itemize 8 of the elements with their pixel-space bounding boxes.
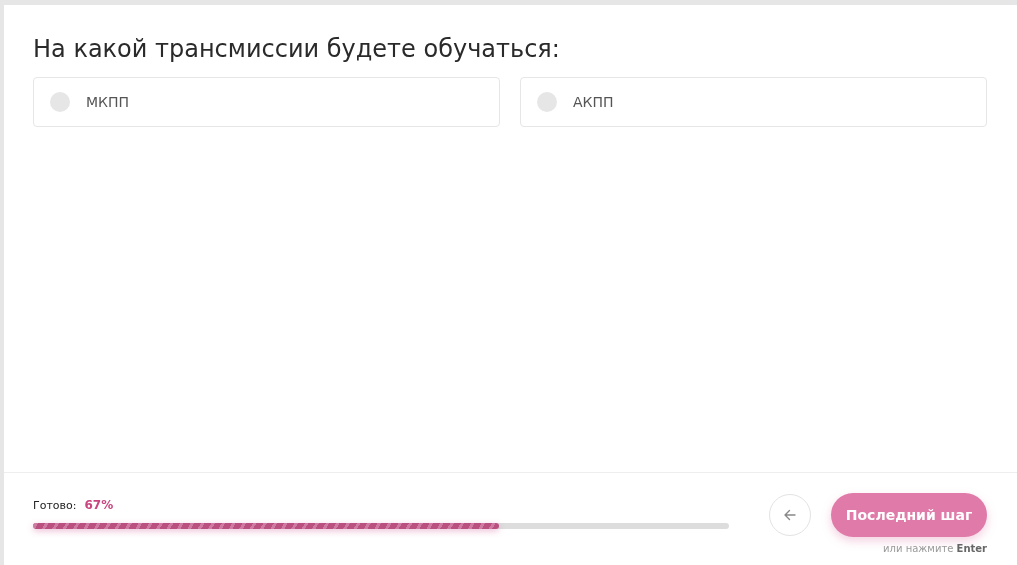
question-title: На какой трансмиссии будете обучаться: [33,35,561,63]
back-button[interactable] [769,494,811,536]
arrow-left-icon [783,508,797,522]
radio-option[interactable]: МКПП [33,77,500,127]
progress-percent: 67% [84,498,114,512]
enter-hint: или нажмите Enter [883,543,987,554]
radio-option[interactable]: АКПП [520,77,987,127]
progress-label: Готово: [33,499,77,512]
